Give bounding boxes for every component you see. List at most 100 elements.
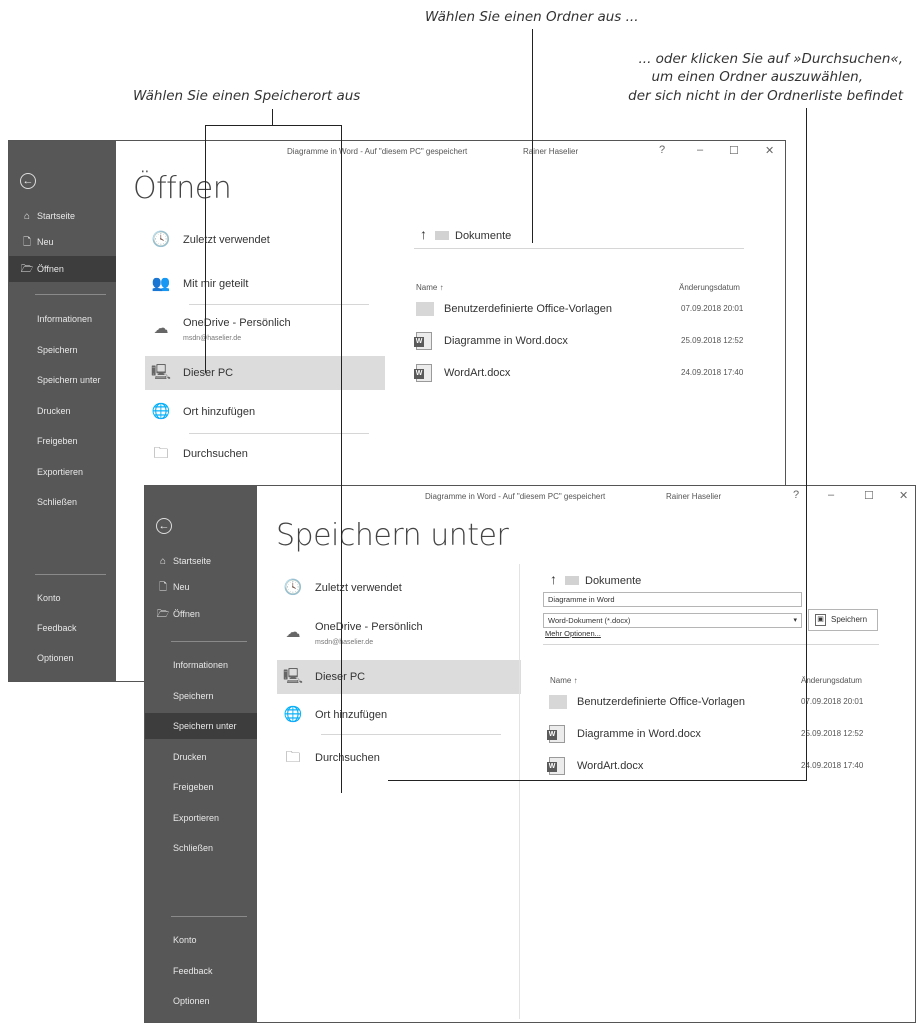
- sidebar-item-label: Startseite: [37, 211, 76, 221]
- breadcrumb[interactable]: ↑ Dokumente: [550, 571, 641, 587]
- back-arrow-icon[interactable]: ←: [20, 173, 36, 189]
- sidebar-separator: [171, 641, 247, 642]
- folder-icon: [549, 695, 567, 709]
- sidebar-item-speichern-unter[interactable]: Speichern unter: [9, 367, 116, 393]
- save-button[interactable]: ▣ Speichern: [808, 609, 878, 631]
- location-recent[interactable]: 🕓 Zuletzt verwendet: [277, 571, 517, 605]
- location-this-pc[interactable]: 🖳 Dieser PC: [145, 356, 385, 390]
- sidebar-item-freigeben[interactable]: Freigeben: [145, 774, 257, 800]
- breadcrumb-separator: [414, 248, 744, 249]
- new-document-icon: 🗋: [158, 582, 168, 593]
- location-onedrive[interactable]: ☁ OneDrive - Persönlich msdn@haselier.de: [145, 312, 381, 346]
- sidebar-item-oeffnen[interactable]: 🗁 Öffnen: [145, 601, 257, 627]
- up-arrow-icon[interactable]: ↑: [420, 226, 427, 242]
- location-separator: [321, 734, 501, 735]
- callout-browse-line-3: der sich nicht in der Ordnerliste befind…: [628, 88, 903, 104]
- file-name: Benutzerdefinierte Office-Vorlagen: [577, 696, 745, 708]
- sidebar-item-informationen[interactable]: Informationen: [9, 306, 116, 332]
- sidebar-item-konto[interactable]: Konto: [9, 585, 116, 611]
- leader-line-browse: [388, 780, 807, 781]
- sidebar-item-optionen[interactable]: Optionen: [145, 988, 257, 1014]
- sidebar-item-neu[interactable]: 🗋 Neu: [145, 574, 257, 600]
- close-icon[interactable]: ✕: [765, 144, 774, 157]
- location-onedrive[interactable]: ☁ OneDrive - Persönlich msdn@haselier.de: [277, 616, 517, 650]
- sidebar-item-exportieren[interactable]: Exportieren: [9, 459, 116, 485]
- location-recent[interactable]: 🕓 Zuletzt verwendet: [145, 223, 381, 257]
- leader-line-browse: [806, 108, 807, 780]
- maximize-icon[interactable]: ☐: [864, 489, 874, 502]
- file-row[interactable]: Benutzerdefinierte Office-Vorlagen: [549, 690, 789, 714]
- save-button-label: Speichern: [831, 615, 868, 624]
- column-header-date[interactable]: Änderungsdatum: [679, 283, 740, 292]
- location-label: Zuletzt verwendet: [315, 582, 402, 594]
- word-document-icon: [547, 757, 565, 775]
- minimize-icon[interactable]: –: [828, 489, 834, 501]
- sidebar-item-oeffnen[interactable]: 🗁 Öffnen: [9, 256, 116, 282]
- sidebar-item-speichern-unter[interactable]: Speichern unter: [145, 713, 257, 739]
- filename-input[interactable]: Diagramme in Word: [543, 592, 802, 607]
- breadcrumb[interactable]: ↑ Dokumente: [420, 226, 511, 242]
- file-date: 25.09.2018 12:52: [681, 336, 744, 345]
- location-label: Dieser PC: [183, 367, 234, 379]
- location-add-place[interactable]: 🌐 Ort hinzufügen: [277, 698, 517, 732]
- more-options-link[interactable]: Mehr Optionen...: [545, 629, 601, 638]
- back-arrow-icon[interactable]: ←: [156, 518, 172, 534]
- sidebar-item-startseite[interactable]: ⌂ Startseite: [145, 548, 257, 574]
- column-header-name[interactable]: Name ↑: [416, 283, 444, 292]
- cloud-icon: ☁: [285, 624, 301, 641]
- location-label: Ort hinzufügen: [183, 406, 256, 418]
- location-shared[interactable]: 👥 Mit mir geteilt: [145, 267, 381, 301]
- file-row[interactable]: WordArt.docx: [414, 361, 636, 385]
- file-row[interactable]: Benutzerdefinierte Office-Vorlagen: [416, 297, 636, 321]
- sidebar-separator: [35, 294, 106, 295]
- location-separator: [189, 433, 369, 434]
- minimize-icon[interactable]: –: [697, 144, 703, 156]
- file-date: 07.09.2018 20:01: [801, 697, 864, 706]
- sidebar-item-freigeben[interactable]: Freigeben: [9, 428, 116, 454]
- file-date: 24.09.2018 17:40: [801, 761, 864, 770]
- sidebar-item-exportieren[interactable]: Exportieren: [145, 805, 257, 831]
- sidebar-item-neu[interactable]: 🗋 Neu: [9, 229, 116, 255]
- location-separator: [189, 304, 369, 305]
- sidebar-item-label: Neu: [37, 237, 54, 247]
- close-icon[interactable]: ✕: [899, 489, 908, 502]
- user-name[interactable]: Rainer Haselier: [666, 492, 721, 501]
- location-account: msdn@haselier.de: [315, 639, 374, 646]
- sidebar-item-schliessen[interactable]: Schließen: [145, 835, 257, 861]
- filetype-select[interactable]: Word-Dokument (*.docx) ▾: [543, 613, 802, 628]
- file-row[interactable]: Diagramme in Word.docx: [547, 722, 789, 746]
- sidebar-item-schliessen[interactable]: Schließen: [9, 489, 116, 515]
- sidebar-item-speichern[interactable]: Speichern: [145, 683, 257, 709]
- file-row[interactable]: Diagramme in Word.docx: [414, 329, 636, 353]
- sidebar-item-startseite[interactable]: ⌂ Startseite: [9, 203, 116, 229]
- location-browse[interactable]: 🗀 Durchsuchen: [277, 741, 517, 775]
- sidebar-item-konto[interactable]: Konto: [145, 927, 257, 953]
- location-browse[interactable]: 🗀 Durchsuchen: [145, 437, 381, 471]
- sidebar-item-drucken[interactable]: Drucken: [145, 744, 257, 770]
- word-document-icon: [414, 364, 432, 382]
- file-name: Benutzerdefinierte Office-Vorlagen: [444, 303, 612, 315]
- up-arrow-icon[interactable]: ↑: [550, 571, 557, 587]
- folder-icon: 🗀: [285, 749, 301, 766]
- help-icon[interactable]: ?: [659, 144, 665, 156]
- maximize-icon[interactable]: ☐: [729, 144, 739, 157]
- sidebar-item-feedback[interactable]: Feedback: [145, 958, 257, 984]
- column-header-date[interactable]: Änderungsdatum: [801, 676, 862, 685]
- sidebar-item-informationen[interactable]: Informationen: [145, 652, 257, 678]
- save-icon: ▣: [815, 614, 826, 626]
- sidebar-item-speichern[interactable]: Speichern: [9, 337, 116, 363]
- file-row[interactable]: WordArt.docx: [547, 754, 789, 778]
- page-title: Speichern unter: [276, 518, 509, 553]
- clock-icon: 🕓: [151, 231, 171, 248]
- home-icon: ⌂: [159, 556, 167, 567]
- sidebar-item-optionen[interactable]: Optionen: [9, 645, 116, 671]
- save-as-window: ← ⌂ Startseite 🗋 Neu 🗁 Öffnen Informationen…: [144, 485, 916, 1023]
- column-header-name[interactable]: Name ↑: [550, 676, 578, 685]
- location-this-pc[interactable]: 🖳 Dieser PC: [277, 660, 521, 694]
- help-icon[interactable]: ?: [793, 489, 799, 501]
- sidebar-item-drucken[interactable]: Drucken: [9, 398, 116, 424]
- breadcrumb-label: Dokumente: [585, 575, 642, 587]
- location-add-place[interactable]: 🌐 Ort hinzufügen: [145, 395, 381, 429]
- sidebar-item-feedback[interactable]: Feedback: [9, 615, 116, 641]
- file-name: Diagramme in Word.docx: [577, 728, 701, 740]
